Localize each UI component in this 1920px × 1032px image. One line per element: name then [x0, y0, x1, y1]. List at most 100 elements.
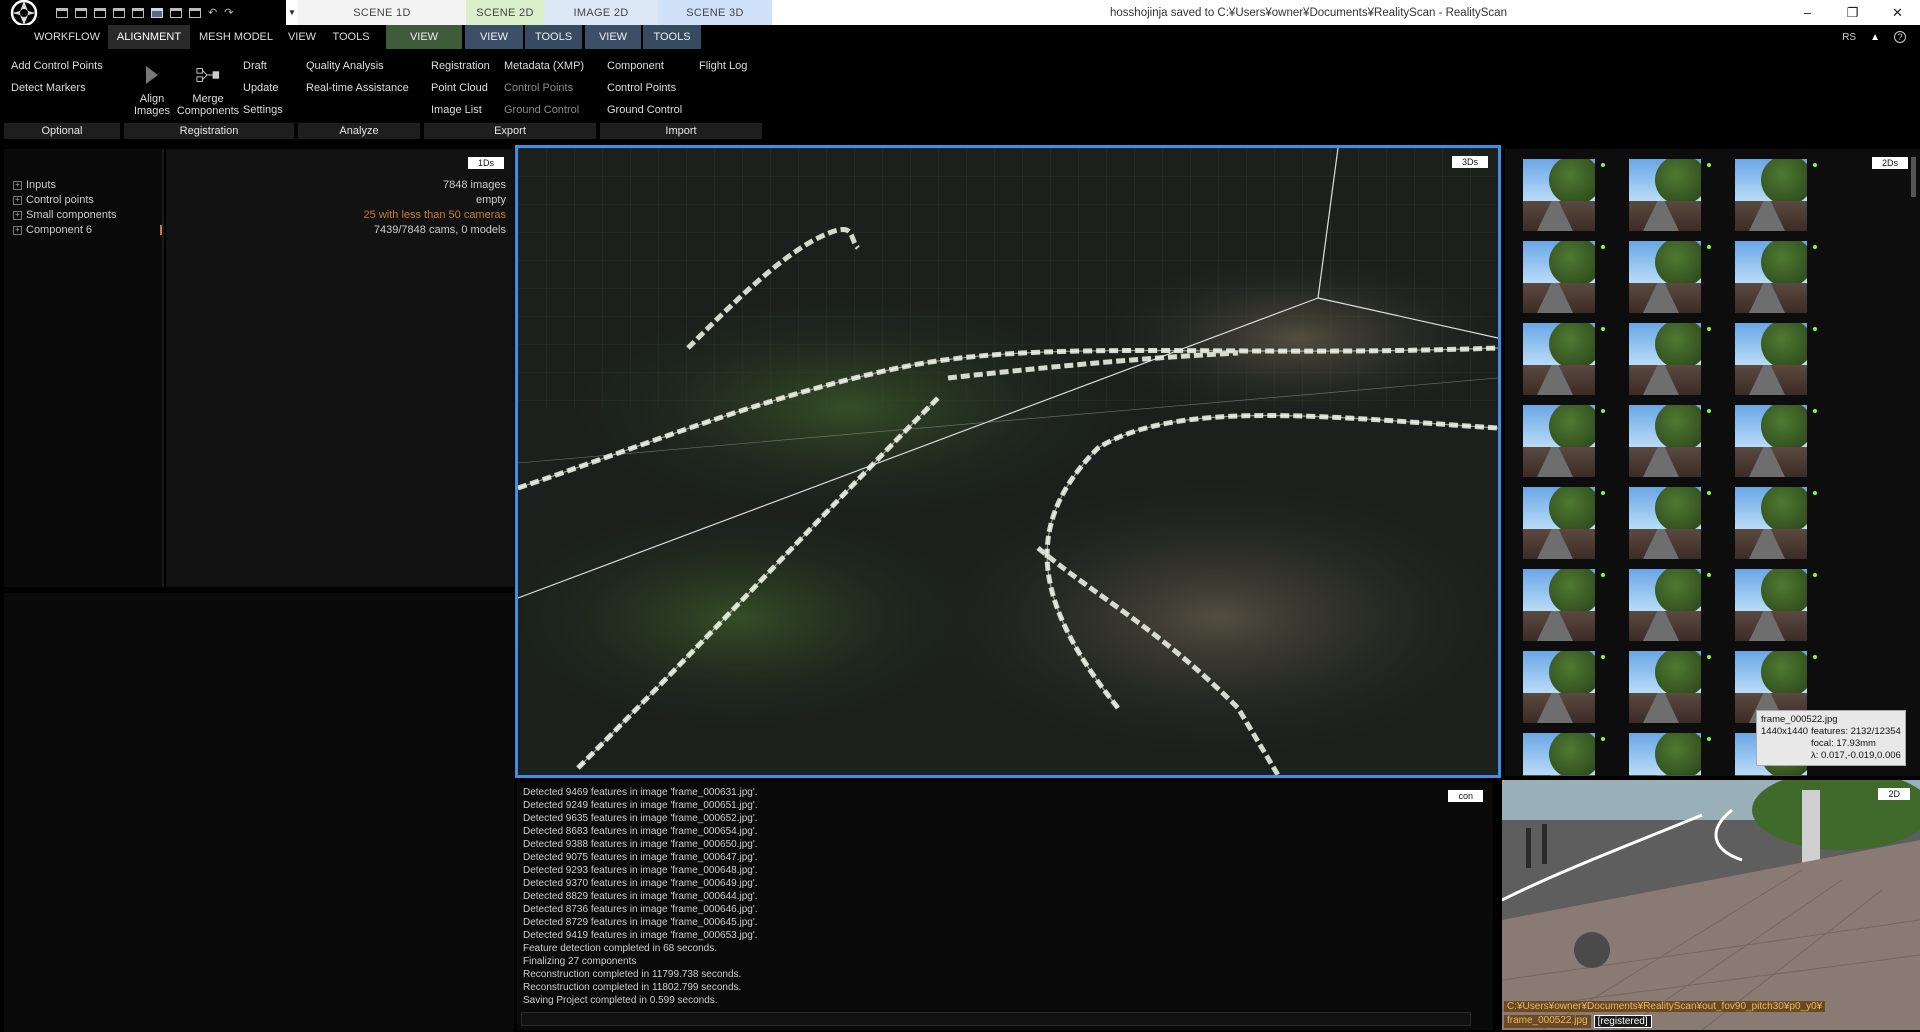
image-thumbnail[interactable]: [1735, 487, 1807, 559]
tree-item-inputs[interactable]: + Inputs: [13, 179, 56, 191]
image-thumbnail[interactable]: [1735, 405, 1807, 477]
images-scrollbar[interactable]: [1911, 157, 1916, 197]
image-thumbnail[interactable]: [1629, 569, 1701, 641]
registered-indicator: [1601, 573, 1605, 577]
layout-3-icon[interactable]: [94, 7, 106, 18]
panel-badge-3ds[interactable]: 3Ds: [1451, 156, 1488, 168]
panel-badge-console[interactable]: con: [1448, 790, 1483, 802]
tab-image-2d[interactable]: IMAGE 2D: [544, 0, 658, 25]
menu-tools[interactable]: TOOLS: [324, 25, 378, 49]
image-thumbnail[interactable]: [1629, 241, 1701, 313]
export-metadata-button[interactable]: Metadata (XMP): [504, 60, 584, 72]
layout-6-icon[interactable]: [151, 7, 163, 18]
registered-indicator: [1601, 327, 1605, 331]
export-point-cloud-button[interactable]: Point Cloud: [431, 82, 488, 94]
menu-ctx-view-image2d[interactable]: VIEW: [465, 25, 523, 49]
layout-5-icon[interactable]: [132, 7, 144, 18]
undo-icon[interactable]: ↶: [208, 6, 217, 19]
restore-button[interactable]: ❐: [1830, 0, 1875, 25]
scene-3d-viewport[interactable]: 3Ds: [515, 145, 1501, 778]
import-ground-control-button[interactable]: Ground Control: [607, 104, 682, 116]
layout-7-icon[interactable]: [170, 7, 182, 18]
detect-markers-button[interactable]: Detect Markers: [11, 82, 86, 94]
export-image-list-button[interactable]: Image List: [431, 104, 482, 116]
panel-badge-2d[interactable]: 2D: [1878, 788, 1910, 800]
menu-ctx-tools-scene3d[interactable]: TOOLS: [643, 25, 701, 49]
ribbon-group-optional: Add Control Points Detect Markers Option…: [0, 49, 122, 141]
help-icon[interactable]: ?: [1894, 31, 1906, 43]
image-thumbnail[interactable]: [1629, 651, 1701, 723]
expand-icon[interactable]: +: [13, 195, 22, 205]
image-thumbnail[interactable]: [1735, 241, 1807, 313]
menu-workflow[interactable]: WORKFLOW: [34, 25, 100, 49]
image-thumbnail[interactable]: [1629, 323, 1701, 395]
layout-1-icon[interactable]: [56, 7, 68, 18]
export-control-points-button[interactable]: Control Points: [504, 82, 573, 94]
layout-2-icon[interactable]: [75, 7, 87, 18]
realtime-assistance-button[interactable]: Real-time Assistance: [306, 82, 409, 94]
image-thumbnail[interactable]: [1735, 159, 1807, 231]
image-thumbnail[interactable]: [1629, 733, 1701, 776]
image-thumbnail[interactable]: [1629, 159, 1701, 231]
registered-indicator: [1813, 655, 1817, 659]
import-component-button[interactable]: Component: [607, 60, 664, 72]
tree-item-small-components[interactable]: + Small components: [13, 209, 117, 221]
image-thumbnail[interactable]: [1735, 323, 1807, 395]
expand-icon[interactable]: +: [13, 210, 22, 220]
layout-8-icon[interactable]: [189, 7, 201, 18]
image-thumbnail[interactable]: [1523, 487, 1595, 559]
tab-scene-1d[interactable]: SCENE 1D: [298, 0, 466, 25]
layout-4-icon[interactable]: [113, 7, 125, 18]
menu-ctx-view-scene3d[interactable]: VIEW: [585, 25, 641, 49]
image-thumbnail[interactable]: [1523, 405, 1595, 477]
minimize-button[interactable]: –: [1785, 0, 1830, 25]
image-thumbnail[interactable]: [1523, 651, 1595, 723]
tab-scene-2d[interactable]: SCENE 2D: [466, 0, 544, 25]
tab-scene-3d[interactable]: SCENE 3D: [658, 0, 772, 25]
export-ground-control-button[interactable]: Ground Control: [504, 104, 579, 116]
app-logo-icon[interactable]: [0, 0, 48, 26]
registered-indicator: [1813, 245, 1817, 249]
expand-icon[interactable]: +: [13, 180, 22, 190]
image-thumbnail[interactable]: [1523, 733, 1595, 776]
image-thumbnail[interactable]: [1629, 487, 1701, 559]
image-thumbnail[interactable]: [1735, 569, 1807, 641]
image-thumbnail[interactable]: [1523, 323, 1595, 395]
image-thumbnail[interactable]: [1523, 159, 1595, 231]
tree-item-component[interactable]: + Component 6: [13, 224, 92, 236]
image-2d-viewport[interactable]: 2D C:¥Users¥owner¥Documents¥RealityScan¥…: [1502, 780, 1920, 1030]
update-button[interactable]: Update: [243, 82, 278, 94]
tooltip-filename: frame_000522.jpg: [1761, 714, 1838, 725]
image-thumbnail[interactable]: [1523, 241, 1595, 313]
panel-badge-1ds[interactable]: 1Ds: [467, 157, 504, 169]
image-thumbnail[interactable]: [1629, 405, 1701, 477]
rs-label[interactable]: RS: [1842, 32, 1856, 43]
menu-alignment[interactable]: ALIGNMENT: [108, 25, 190, 49]
add-control-points-button[interactable]: Add Control Points: [11, 60, 103, 72]
import-control-points-button[interactable]: Control Points: [607, 82, 676, 94]
settings-button[interactable]: Settings: [243, 104, 283, 116]
align-images-button[interactable]: Align Images: [124, 63, 180, 117]
import-flight-log-button[interactable]: Flight Log: [699, 60, 747, 72]
menu-ctx-tools-image2d[interactable]: TOOLS: [525, 25, 582, 49]
export-registration-button[interactable]: Registration: [431, 60, 490, 72]
registered-indicator: [1707, 491, 1711, 495]
tree-item-control-points[interactable]: + Control points: [13, 194, 94, 206]
merge-components-button[interactable]: Merge Components: [176, 63, 240, 117]
point-cloud-render: [518, 148, 1498, 775]
image-thumbnail[interactable]: [1523, 569, 1595, 641]
warning-icon[interactable]: ▲: [1870, 32, 1880, 43]
close-button[interactable]: ✕: [1875, 0, 1920, 25]
menu-ctx-view-scene2d[interactable]: VIEW: [386, 25, 462, 49]
menu-view[interactable]: VIEW: [280, 25, 324, 49]
menu-mesh-model[interactable]: MESH MODEL: [192, 25, 280, 49]
expand-icon[interactable]: +: [13, 225, 22, 235]
window-title: hosshojinja saved to C:¥Users¥owner¥Docu…: [1110, 6, 1507, 19]
quickbar-dropdown[interactable]: ▼: [286, 0, 298, 25]
panel-badge-2ds[interactable]: 2Ds: [1871, 157, 1908, 169]
quality-analysis-button[interactable]: Quality Analysis: [306, 60, 384, 72]
draft-button[interactable]: Draft: [243, 60, 267, 72]
console-line: Reconstruction completed in 11802.799 se…: [523, 982, 742, 993]
redo-icon[interactable]: ↷: [224, 6, 233, 19]
console-input[interactable]: [521, 1012, 1471, 1026]
